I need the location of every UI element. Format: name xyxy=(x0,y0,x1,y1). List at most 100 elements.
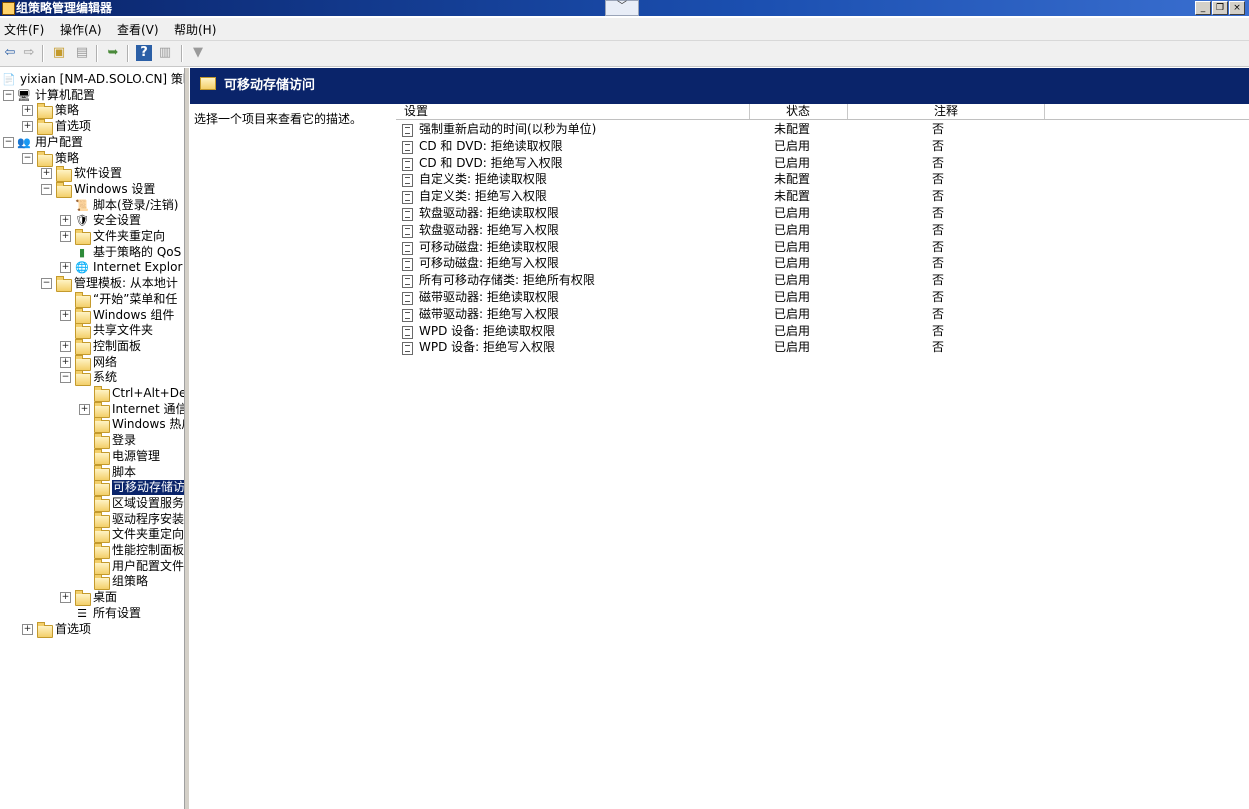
tree-item[interactable]: ▮ 基于策略的 QoS xyxy=(0,245,184,260)
table-row[interactable]: 自定义类: 拒绝读取权限 未配置 否 xyxy=(396,171,1249,188)
column-header-state[interactable]: 状态 xyxy=(749,104,848,119)
tree-item[interactable]: ☰ 所有设置 xyxy=(0,606,184,621)
tree-item[interactable]: 组策略 xyxy=(0,574,184,591)
table-row[interactable]: CD 和 DVD: 拒绝读取权限 已启用 否 xyxy=(396,138,1249,155)
tree-item[interactable]: Ctrl+Alt+Del xyxy=(0,386,184,402)
tree-item[interactable]: 性能控制面板 xyxy=(0,543,184,559)
forward-icon[interactable]: ⇨ xyxy=(21,45,37,61)
policy-setting-icon xyxy=(402,342,413,356)
tree-item[interactable]: + Windows 组件 xyxy=(0,307,184,324)
setting-state: 已启用 xyxy=(774,256,811,271)
expand-icon[interactable]: + xyxy=(60,340,71,352)
expand-icon[interactable]: + xyxy=(60,592,71,604)
tree-item[interactable]: − 👥 用户配置 xyxy=(0,135,184,150)
help-icon[interactable]: ? xyxy=(136,45,152,61)
expand-icon[interactable]: + xyxy=(60,309,71,321)
export-list-icon[interactable]: ➥ xyxy=(105,45,121,61)
table-row[interactable]: 可移动磁盘: 拒绝读取权限 已启用 否 xyxy=(396,239,1249,256)
expand-icon[interactable]: + xyxy=(60,262,71,274)
table-row[interactable]: 可移动磁盘: 拒绝写入权限 已启用 否 xyxy=(396,255,1249,272)
tree-item[interactable]: 📄 yixian [NM-AD.SOLO.CN] 策略 xyxy=(0,72,184,87)
tree-item-label: 用户配置 xyxy=(35,134,84,149)
folder-icon xyxy=(75,291,91,308)
expand-icon[interactable]: + xyxy=(22,121,33,133)
tree-item[interactable]: − 策略 xyxy=(0,150,184,167)
tree-item[interactable]: − 🖥 计算机配置 xyxy=(0,88,184,103)
expand-icon[interactable]: + xyxy=(60,215,71,227)
expand-icon[interactable]: + xyxy=(41,168,52,180)
tree-item[interactable]: + Internet 通信 xyxy=(0,401,184,418)
tree-item[interactable]: + 软件设置 xyxy=(0,166,184,183)
column-header-note[interactable]: 注释 xyxy=(848,104,1045,119)
back-icon[interactable]: ⇦ xyxy=(2,45,18,61)
menu-view[interactable]: 查看(V) xyxy=(117,21,159,38)
expand-icon[interactable]: + xyxy=(60,231,71,242)
tree-item-label: 基于策略的 QoS xyxy=(93,244,182,259)
table-row[interactable]: CD 和 DVD: 拒绝写入权限 已启用 否 xyxy=(396,155,1249,172)
tree-item[interactable]: − 系统 xyxy=(0,370,184,387)
tree-item[interactable]: 文件夹重定向 xyxy=(0,527,184,544)
table-row[interactable]: 强制重新启动的时间(以秒为单位) 未配置 否 xyxy=(396,121,1249,138)
toolbar-separator xyxy=(96,45,98,62)
collapse-icon[interactable]: − xyxy=(3,89,14,101)
tree-item[interactable]: + 🌐 Internet Explor xyxy=(0,260,184,275)
setting-name: WPD 设备: 拒绝读取权限 xyxy=(419,323,556,338)
table-row[interactable]: 所有可移动存储类: 拒绝所有权限 已启用 否 xyxy=(396,272,1249,289)
menu-help[interactable]: 帮助(H) xyxy=(174,21,216,38)
restore-button[interactable]: ❐ xyxy=(1212,1,1228,15)
column-header-setting[interactable]: 设置 xyxy=(396,104,750,119)
tree-item[interactable]: “开始”菜单和任 xyxy=(0,291,184,308)
up-folder-icon[interactable]: ▣ xyxy=(51,45,67,61)
policy-setting-icon xyxy=(402,140,413,154)
tree-item[interactable]: − 管理模板: 从本地计 xyxy=(0,276,184,293)
tree-item[interactable]: − Windows 设置 xyxy=(0,181,184,198)
show-hide-tree-icon[interactable]: ▤ xyxy=(74,45,90,61)
tree-item[interactable]: + 策略 xyxy=(0,103,184,120)
tree-item[interactable]: 用户配置文件 xyxy=(0,558,184,575)
expand-icon[interactable]: + xyxy=(22,623,33,635)
collapse-icon[interactable]: − xyxy=(22,152,33,164)
filter-icon[interactable]: ▼ xyxy=(190,45,206,61)
table-row[interactable]: 磁带驱动器: 拒绝读取权限 已启用 否 xyxy=(396,289,1249,306)
tree-item[interactable]: 可移动存储访 xyxy=(0,480,184,497)
tree-item-label: 策略 xyxy=(55,103,80,118)
table-row[interactable]: WPD 设备: 拒绝读取权限 已启用 否 xyxy=(396,323,1249,340)
tree-item[interactable]: + 桌面 xyxy=(0,590,184,607)
collapse-icon[interactable]: − xyxy=(41,183,52,195)
tree-item[interactable]: + 首选项 xyxy=(0,119,184,136)
setting-state: 已启用 xyxy=(774,306,811,321)
chevron-down-icon[interactable]: ﹀ xyxy=(605,0,639,16)
menu-file[interactable]: 文件(F) xyxy=(4,21,44,38)
tree-item[interactable]: + 控制面板 xyxy=(0,338,184,355)
collapse-icon[interactable]: − xyxy=(41,278,52,290)
folder-icon xyxy=(75,307,91,324)
expand-icon[interactable]: + xyxy=(22,105,33,117)
properties-icon[interactable]: ▥ xyxy=(157,45,173,61)
tree-item[interactable]: 脚本 xyxy=(0,464,184,481)
collapse-icon[interactable]: − xyxy=(3,136,14,148)
close-button[interactable]: × xyxy=(1229,1,1245,15)
tree-item[interactable]: + 🛡 安全设置 xyxy=(0,213,184,228)
setting-name: WPD 设备: 拒绝写入权限 xyxy=(419,340,556,355)
table-row[interactable]: 软盘驱动器: 拒绝读取权限 已启用 否 xyxy=(396,205,1249,222)
minimize-button[interactable]: _ xyxy=(1195,1,1211,15)
collapse-icon[interactable]: − xyxy=(60,372,71,384)
expand-icon[interactable]: + xyxy=(79,403,90,415)
expand-icon[interactable]: + xyxy=(60,356,71,368)
table-row[interactable]: WPD 设备: 拒绝写入权限 已启用 否 xyxy=(396,339,1249,356)
menu-action[interactable]: 操作(A) xyxy=(60,21,102,38)
table-row[interactable]: 自定义类: 拒绝写入权限 未配置 否 xyxy=(396,188,1249,205)
setting-note: 否 xyxy=(932,189,945,204)
table-row[interactable]: 软盘驱动器: 拒绝写入权限 已启用 否 xyxy=(396,222,1249,239)
tree-item[interactable]: + 文件夹重定向 xyxy=(0,229,184,245)
tree-item[interactable]: 驱动程序安装 xyxy=(0,511,184,528)
tree-item[interactable]: 登录 xyxy=(0,433,184,450)
table-row[interactable]: 磁带驱动器: 拒绝写入权限 已启用 否 xyxy=(396,306,1249,323)
tree-item[interactable]: 📜 脚本(登录/注销) xyxy=(0,198,184,213)
tree-item[interactable]: 共享文件夹 xyxy=(0,323,184,340)
tree-item[interactable]: 电源管理 xyxy=(0,448,184,465)
tree-item[interactable]: + 首选项 xyxy=(0,621,184,638)
tree-item[interactable]: + 网络 xyxy=(0,354,184,371)
tree-item[interactable]: Windows 热启 xyxy=(0,417,184,434)
tree-item[interactable]: 区域设置服务 xyxy=(0,495,184,512)
